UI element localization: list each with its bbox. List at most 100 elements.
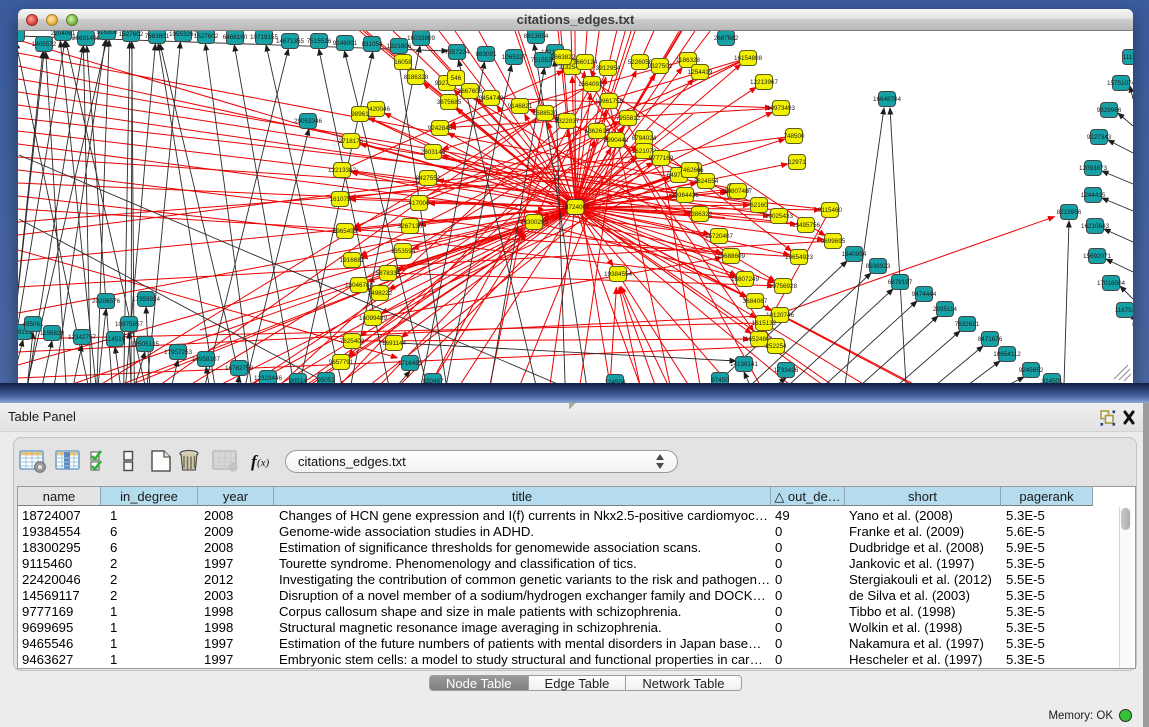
svg-text:2803144: 2803144: [421, 149, 446, 156]
svg-text:2935114: 2935114: [933, 306, 958, 313]
svg-text:98961: 98961: [351, 111, 369, 118]
svg-text:748500: 748500: [783, 133, 805, 140]
svg-text:18300295: 18300295: [520, 219, 549, 226]
svg-text:3267130: 3267130: [398, 223, 423, 230]
svg-text:1527602: 1527602: [119, 31, 144, 38]
svg-text:14671355: 14671355: [276, 38, 305, 45]
svg-text:15720407: 15720407: [705, 233, 734, 240]
svg-text:15751074: 15751074: [1107, 80, 1133, 87]
svg-text:1405572: 1405572: [32, 41, 57, 48]
svg-text:6879197: 6879197: [888, 279, 913, 286]
svg-text:8813054: 8813054: [524, 33, 549, 40]
svg-text:17359924: 17359924: [132, 296, 161, 303]
svg-text:13495756: 13495756: [792, 222, 821, 229]
svg-text:12505135: 12505135: [131, 341, 160, 348]
svg-text:10025433: 10025433: [765, 213, 794, 220]
svg-text:12323446: 12323446: [254, 375, 283, 382]
svg-text:2718176: 2718176: [339, 138, 364, 145]
svg-text:1921806: 1921806: [387, 43, 412, 50]
svg-text:10958107: 10958107: [192, 356, 221, 363]
svg-text:6466160: 6466160: [223, 34, 248, 41]
svg-text:12971: 12971: [788, 159, 806, 166]
svg-text:8322037: 8322037: [555, 118, 580, 125]
svg-text:16648784: 16648784: [873, 96, 902, 103]
svg-text:16154808: 16154808: [734, 55, 763, 62]
svg-text:2867608: 2867608: [458, 88, 483, 95]
svg-text:8427552: 8427552: [416, 175, 441, 182]
svg-text:10975857: 10975857: [115, 321, 144, 328]
svg-text:1353594: 1353594: [391, 248, 416, 255]
svg-text:883091: 883091: [475, 51, 497, 58]
svg-text:7955812: 7955812: [616, 115, 641, 122]
svg-text:1186328: 1186328: [676, 57, 701, 64]
svg-text:8938923: 8938923: [866, 263, 891, 270]
svg-text:12213382: 12213382: [328, 167, 357, 174]
svg-text:15640910: 15640910: [578, 81, 607, 88]
svg-text:9146821: 9146821: [508, 103, 533, 110]
svg-text:20364436: 20364436: [671, 192, 700, 199]
svg-text:10719155: 10719155: [250, 34, 279, 41]
svg-text:17016504: 17016504: [1097, 280, 1126, 287]
svg-text:417006: 417006: [408, 200, 430, 207]
svg-text:8215956: 8215956: [1057, 209, 1082, 216]
svg-text:10973493: 10973493: [767, 105, 796, 112]
svg-text:9657791: 9657791: [329, 359, 354, 366]
svg-text:9245652: 9245652: [1019, 367, 1044, 374]
svg-text:8471676: 8471676: [978, 336, 1003, 343]
svg-text:19756928: 19756928: [769, 283, 798, 290]
svg-text:1254419: 1254419: [688, 69, 713, 76]
svg-text:546: 546: [451, 75, 462, 82]
svg-text:252254: 252254: [765, 343, 787, 350]
svg-text:62160: 62160: [750, 202, 768, 209]
svg-text:17957253: 17957253: [164, 349, 193, 356]
svg-text:7386322: 7386322: [688, 211, 713, 218]
svg-text:16033809: 16033809: [407, 35, 436, 42]
svg-text:8454749: 8454749: [479, 95, 504, 102]
svg-text:1691144: 1691144: [382, 340, 407, 347]
svg-text:9699695: 9699695: [821, 238, 846, 245]
svg-text:3624554: 3624554: [694, 178, 719, 185]
svg-text:16782759: 16782759: [225, 365, 254, 372]
svg-text:3912954: 3912954: [596, 65, 621, 72]
svg-text:16046788: 16046788: [345, 282, 374, 289]
svg-text:1588520: 1588520: [533, 110, 558, 117]
svg-text:10688609: 10688609: [717, 253, 746, 260]
svg-text:9777169: 9777169: [649, 155, 674, 162]
svg-text:9115460: 9115460: [818, 207, 843, 214]
svg-text:114519: 114519: [105, 336, 126, 343]
svg-text:116753: 116753: [1115, 307, 1133, 314]
svg-text:7663801: 7663801: [145, 33, 170, 40]
svg-text:9242848: 9242848: [428, 125, 453, 132]
svg-text:10654112: 10654112: [993, 351, 1021, 358]
svg-text:14136141: 14136141: [730, 361, 759, 368]
svg-text:3675685: 3675685: [437, 99, 462, 106]
svg-text:(x): (x): [257, 457, 270, 469]
svg-text:3660124: 3660124: [573, 59, 598, 66]
svg-text:16099489: 16099489: [359, 315, 388, 322]
svg-text:18724007: 18724007: [561, 204, 590, 211]
svg-text:1065327: 1065327: [502, 54, 527, 61]
svg-text:3498222: 3498222: [368, 290, 393, 297]
svg-text:2687682: 2687682: [714, 35, 739, 42]
svg-text:20206576: 20206576: [92, 298, 121, 305]
svg-text:8186328: 8186328: [404, 74, 429, 81]
svg-text:9146001: 9146001: [333, 40, 358, 47]
svg-text:7357224: 7357224: [445, 49, 470, 56]
svg-text:12093873: 12093873: [1079, 165, 1108, 172]
svg-text:746266: 746266: [679, 167, 701, 174]
svg-text:435061: 435061: [22, 321, 44, 328]
svg-text:1615132: 1615132: [752, 320, 777, 327]
svg-text:12213967: 12213967: [750, 79, 779, 86]
svg-text:7632621: 7632621: [955, 321, 980, 328]
svg-text:7625402: 7625402: [340, 338, 365, 345]
svg-text:10807487: 10807487: [724, 188, 753, 195]
svg-text:16058: 16058: [394, 59, 412, 66]
svg-text:6794024: 6794024: [632, 135, 657, 142]
svg-text:161075: 161075: [329, 196, 351, 203]
svg-text:1527602: 1527602: [194, 33, 219, 40]
svg-text:1362615: 1362615: [585, 128, 610, 135]
svg-text:16210643: 16210643: [1081, 223, 1110, 230]
svg-text:1156829: 1156829: [40, 330, 65, 337]
svg-text:18807249: 18807249: [731, 276, 760, 283]
svg-text:19384554: 19384554: [604, 271, 633, 278]
